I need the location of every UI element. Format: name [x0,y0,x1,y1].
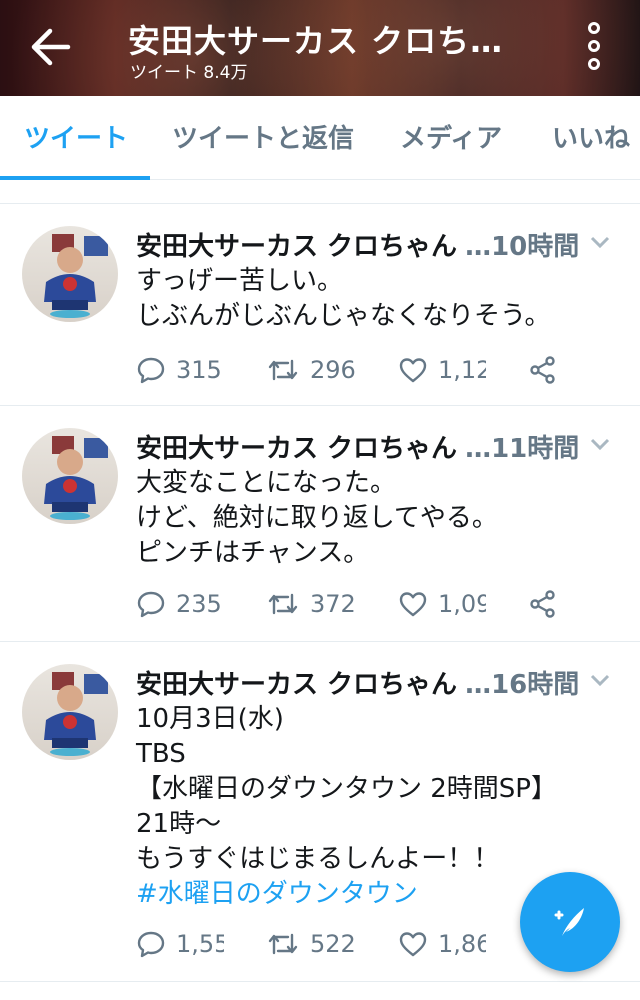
retweet-icon [268,359,298,381]
chevron-down-icon[interactable] [588,436,612,456]
tweet-header: 安田大サーカス クロちゃん …10時間 [136,226,626,262]
previous-tweet-edge [0,180,640,204]
tweet-text: 大変なことになった。 けど、絶対に取り返してやる。 ピンチはチャンス。 [136,466,616,571]
tweet-actions: 1,55 522 1,86 [136,926,576,962]
tweet-line: じぶんがじぶんじゃなくなりそう。 [136,301,551,331]
more-vertical-icon [588,22,600,34]
tweet-line: 大変なことになった。 [136,468,397,498]
share-button[interactable] [528,589,558,619]
retweet-count: 296 [310,356,356,384]
share-button[interactable] [528,355,558,385]
reply-icon [137,357,165,384]
tweet-header: 安田大サーカス クロちゃん …16時間 [136,664,626,700]
profile-tabs: ツイート ツイートと返信 メディア いいね [0,96,640,180]
tweet-line: ピンチはチャンス。 [136,538,370,568]
retweet-icon [268,593,298,615]
author-name[interactable]: 安田大サーカス クロちゃん [136,664,457,701]
author-name[interactable]: 安田大サーカス クロちゃん [136,428,457,465]
tab-tweets[interactable]: ツイート [24,118,128,155]
avatar[interactable] [22,664,118,760]
like-button[interactable]: 1,09 [398,590,486,618]
tab-tweets-and-replies[interactable]: ツイートと返信 [172,118,354,155]
heart-icon [399,932,427,957]
avatar[interactable] [22,226,118,322]
tweet-item[interactable]: 安田大サーカス クロちゃん …11時間 大変なことになった。 けど、絶対に取り返… [0,406,640,642]
avatar[interactable] [22,428,118,524]
retweet-count: 522 [310,930,356,958]
reply-count: 1,55 [176,930,224,958]
author-name[interactable]: 安田大サーカス クロちゃん [136,226,457,263]
retweet-button[interactable]: 372 [266,589,358,619]
tweet-actions: 235 372 1,09 [136,586,576,622]
share-icon [530,356,555,384]
profile-name: 安田大サーカス クロち… [128,22,504,60]
reply-icon [137,931,165,958]
reply-button[interactable]: 315 [136,355,224,385]
tweet-line: TBS [136,739,186,769]
tweet-time[interactable]: …16時間 [465,664,579,701]
reply-count: 235 [176,590,222,618]
reply-count: 315 [176,356,222,384]
tweet-text: すっげー苦しい。 じぶんがじぶんじゃなくなりそう。 [136,264,616,334]
tweet-line: けど、絶対に取り返してやる。 [136,503,498,533]
tweet-header: 安田大サーカス クロちゃん …11時間 [136,428,626,464]
tweet-line: もうすぐはじまるしんよー！！ [136,844,500,874]
tweet-line: すっげー苦しい。 [136,266,343,296]
tweet-line: 【水曜日のダウンタウン 2時間SP】 [136,774,557,804]
tweet-time[interactable]: …11時間 [465,428,579,465]
heart-icon [399,358,427,383]
tweet-count: ツイート 8.4万 [130,63,248,83]
retweet-icon [268,933,298,955]
like-count: 1,86 [438,930,486,958]
arrow-left-icon [31,28,71,66]
tweet-line: 21時〜 [136,809,222,839]
compose-tweet-button[interactable] [520,872,620,972]
like-button[interactable]: 1,86 [398,930,486,958]
compose-tweet-icon [554,908,584,936]
retweet-button[interactable]: 522 [266,929,358,959]
like-button[interactable]: 1,12 [398,356,486,384]
like-count: 1,09 [438,590,486,618]
like-count: 1,12 [438,356,486,384]
back-button[interactable] [22,22,78,72]
chevron-down-icon[interactable] [588,234,612,254]
more-options-button[interactable] [566,16,622,76]
heart-icon [399,592,427,617]
share-icon [530,590,555,618]
tab-likes[interactable]: いいね [552,118,630,155]
reply-button[interactable]: 235 [136,589,224,619]
tweet-item[interactable]: 安田大サーカス クロちゃん …10時間 すっげー苦しい。 じぶんがじぶんじゃなく… [0,204,640,406]
retweet-button[interactable]: 296 [266,355,358,385]
tweet-line: 10月3日(水) [136,704,284,734]
tweet-actions: 315 296 1,12 [136,352,576,388]
tab-media[interactable]: メディア [400,118,502,155]
chevron-down-icon[interactable] [588,672,612,692]
reply-icon [137,591,165,618]
tweet-time[interactable]: …10時間 [465,226,579,263]
profile-header: 安田大サーカス クロち… ツイート 8.4万 [0,0,640,96]
reply-button[interactable]: 1,55 [136,929,224,959]
retweet-count: 372 [310,590,356,618]
